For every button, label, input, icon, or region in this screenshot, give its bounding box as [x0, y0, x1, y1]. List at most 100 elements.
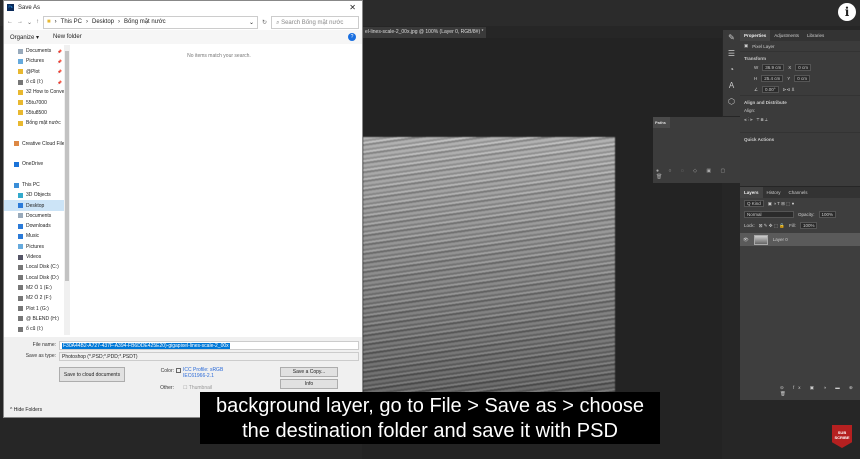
flip-icons[interactable]: ⊳⊲ ⊻	[783, 87, 795, 93]
filter-icons[interactable]: ▣ ◑ T ⊞ ⬚ ●	[768, 201, 795, 207]
tab-layers[interactable]: Layers	[740, 187, 763, 198]
nav-item-label: 55tu8500	[26, 109, 47, 116]
thumbnail-checkbox[interactable]: ☐ Thumbnail	[183, 385, 212, 391]
nav-item[interactable]: 55tu7000	[4, 97, 70, 107]
tab-paths[interactable]: Paths	[653, 117, 670, 128]
angle-field[interactable]: 0.00°	[762, 86, 779, 93]
nav-item[interactable]: @Plot 📌	[4, 67, 70, 77]
pin-icon[interactable]: 📌	[57, 59, 62, 64]
nav-item[interactable]: Videos	[4, 252, 70, 262]
nav-item-icon	[18, 244, 23, 250]
lock-icons[interactable]: ⊠ ✎ ✥ ⬚ 🔒	[759, 223, 785, 229]
nav-item-label: Creative Cloud File	[22, 140, 65, 147]
adjust-icon[interactable]: ☰	[723, 46, 740, 62]
tab-properties[interactable]: Properties	[740, 30, 771, 41]
new-folder-button[interactable]: New folder	[53, 34, 82, 40]
pin-icon[interactable]: 📌	[57, 49, 62, 54]
nav-item-icon	[18, 100, 23, 106]
refresh-icon[interactable]: ↻	[262, 19, 267, 26]
nav-item[interactable]: Local Disk (C:)	[4, 262, 70, 272]
nav-item[interactable]: Local Disk (D:)	[4, 273, 70, 283]
nav-item[interactable]: 3D Objects	[4, 190, 70, 200]
tab-libraries[interactable]: Libraries	[803, 30, 828, 41]
align-icons[interactable]: ⫷ ⫶ ⫸ ⊤ ⊞ ⊥	[740, 115, 860, 124]
paint-bucket-icon[interactable]: ◔	[723, 62, 740, 78]
nav-item[interactable]: Bống mặt nước	[4, 118, 70, 128]
nav-item[interactable]: Pictures	[4, 242, 70, 252]
blend-mode-select[interactable]: Normal	[744, 211, 794, 218]
nav-item[interactable]: Documents 📌	[4, 46, 70, 56]
nav-item[interactable]: ổ cũ (I:)	[4, 324, 70, 334]
subscribe-badge[interactable]: SUB SCRIBE	[832, 425, 852, 448]
nav-item[interactable]: 32 How to Conve	[4, 87, 70, 97]
width-field[interactable]: 36.9 cm	[762, 64, 785, 71]
search-input[interactable]: ⌕ Search Bống mặt nước	[271, 15, 359, 29]
chevron-down-icon[interactable]: ⌄	[27, 19, 32, 26]
y-field[interactable]: 0 cm	[794, 75, 811, 82]
icc-checkbox[interactable]	[176, 368, 181, 373]
height-field[interactable]: 25.4 cm	[761, 75, 784, 82]
tab-adjustments[interactable]: Adjustments	[770, 30, 803, 41]
nav-item[interactable]: OneDrive	[4, 159, 70, 169]
nav-item-label: Plot 1 (G:)	[26, 305, 49, 312]
hide-folders-button[interactable]: ^ Hide Folders	[10, 407, 42, 413]
cube-icon[interactable]: ⬡	[723, 94, 740, 110]
document-tab[interactable]: el-lines-scale-2_00x.jpg @ 100% (Layer 0…	[362, 27, 486, 38]
close-icon[interactable]: ✕	[349, 3, 356, 12]
organize-button[interactable]: Organize ▾	[10, 34, 39, 41]
water-photo	[363, 137, 615, 422]
nav-item[interactable]: Documents	[4, 211, 70, 221]
search-placeholder: Search Bống mặt nước	[281, 19, 344, 26]
nav-scrollbar[interactable]	[64, 45, 70, 335]
pin-icon[interactable]: 📌	[57, 80, 62, 85]
breadcrumb-desktop[interactable]: Desktop	[92, 19, 114, 25]
quick-actions-section[interactable]: Quick Actions	[740, 132, 860, 143]
save-a-copy-button[interactable]: Save a Copy...	[280, 367, 338, 377]
back-icon[interactable]: ←	[7, 19, 13, 25]
nav-item-icon	[14, 161, 19, 167]
breadcrumb-folder[interactable]: Bống mặt nước	[124, 19, 166, 25]
nav-item[interactable]: M2 Ổ 1 (E:)	[4, 283, 70, 293]
nav-item[interactable]: M2 Ổ 2 (F:)	[4, 293, 70, 303]
opacity-field[interactable]: 100%	[818, 211, 837, 218]
layer-kind: Pixel Layer	[752, 43, 775, 49]
text-icon[interactable]: A	[723, 78, 740, 94]
nav-item[interactable]: Plot 2 (J:)	[4, 334, 70, 335]
tab-history[interactable]: History	[763, 187, 785, 198]
layer-row[interactable]: 👁 Layer 0	[740, 233, 860, 246]
chevron-down-icon[interactable]: ⌄	[249, 19, 254, 26]
x-field[interactable]: 0 cm	[795, 64, 812, 71]
nav-item[interactable]: 55tu8500	[4, 108, 70, 118]
info-icon[interactable]: i	[838, 3, 856, 21]
nav-item[interactable]: Pictures 📌	[4, 56, 70, 66]
save-type-select[interactable]: Photoshop (*.PSD;*.PDD;*.PSDT)	[59, 352, 359, 361]
breadcrumb-this-pc[interactable]: This PC	[61, 19, 82, 25]
nav-item[interactable]: @ BLEND (H:)	[4, 314, 70, 324]
transform-section[interactable]: Transform	[740, 51, 860, 62]
eye-icon[interactable]: 👁	[743, 237, 749, 243]
nav-item[interactable]: Desktop	[4, 200, 70, 211]
address-bar[interactable]: ■ › This PC › Desktop › Bống mặt nước ⌄	[43, 15, 259, 29]
nav-item[interactable]: Downloads	[4, 221, 70, 231]
layer-filter[interactable]: Q Kind	[744, 200, 764, 207]
nav-item[interactable]: ổ cũ (I:) 📌	[4, 77, 70, 87]
nav-item-icon	[14, 141, 19, 147]
nav-item[interactable]: This PC	[4, 180, 70, 190]
forward-icon[interactable]: →	[17, 19, 23, 25]
layers-footer-icons[interactable]: ⊝ fx ▣ ◑ ▬ ⊕ 🗑	[780, 385, 860, 397]
fill-field[interactable]: 100%	[799, 222, 818, 229]
paths-footer-icons[interactable]: ● ○ ◌ ◇ ▣ ▢ 🗑	[656, 168, 740, 180]
nav-item[interactable]: Music	[4, 231, 70, 241]
file-name-input[interactable]: F30A44B2-A727-437F-A394-FB6DDE425E20)-gi…	[59, 341, 359, 350]
nav-item[interactable]: Creative Cloud File	[4, 139, 70, 149]
pin-icon[interactable]: 📌	[57, 69, 62, 74]
align-section[interactable]: Align and Distribute	[740, 95, 860, 106]
brush-icon[interactable]: ✎	[723, 30, 740, 46]
nav-item[interactable]: Plot 1 (G:)	[4, 303, 70, 313]
dialog-title: Save As	[18, 4, 41, 11]
help-icon[interactable]: ?	[348, 33, 356, 41]
up-icon[interactable]: ↑	[36, 19, 39, 25]
info-button[interactable]: Info	[280, 379, 338, 389]
save-to-cloud-button[interactable]: Save to cloud documents	[59, 367, 125, 382]
tab-channels[interactable]: Channels	[785, 187, 812, 198]
